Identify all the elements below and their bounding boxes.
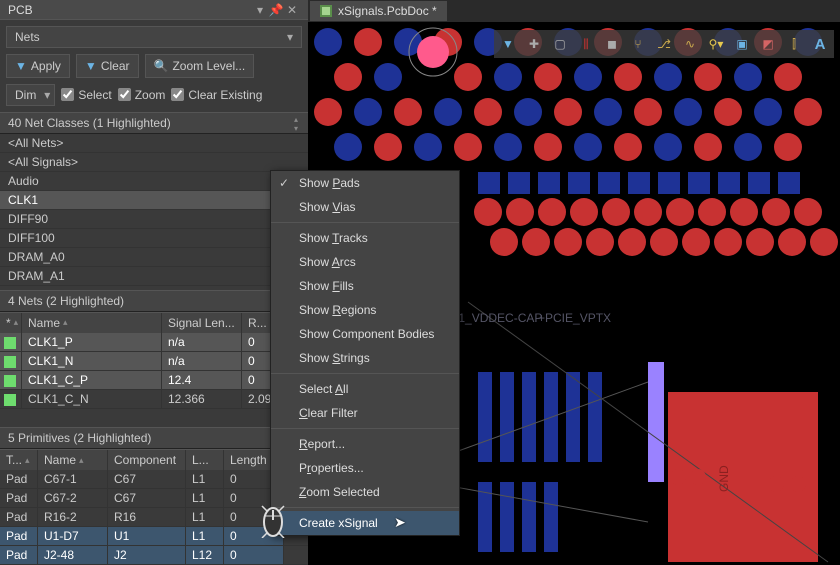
prims-column-header[interactable]: L...	[186, 450, 224, 470]
close-icon[interactable]: ✕	[284, 3, 300, 17]
context-menu-item[interactable]: Show Arcs	[271, 250, 459, 274]
route-icon[interactable]: ⎇	[654, 34, 674, 54]
bars-icon[interactable]: ⫼	[576, 34, 596, 54]
prims-column-header[interactable]: Name ▴	[38, 450, 108, 470]
netclass-item[interactable]: DRAM_A1	[0, 267, 308, 286]
nets-dropdown[interactable]: Nets	[6, 26, 302, 48]
netclass-list[interactable]: <All Nets><All Signals>AudioCLK1DIFF90DI…	[0, 134, 308, 286]
netclass-item[interactable]: DRAM_A0	[0, 248, 308, 267]
filter-icon[interactable]: ▼	[498, 34, 518, 54]
prims-table[interactable]: PadC67-1C67L10PadC67-2C67L10PadR16-2R16L…	[0, 470, 308, 565]
apply-button[interactable]: ▼Apply	[6, 54, 70, 78]
prims-column-header[interactable]: T... ▴	[0, 450, 38, 470]
prims-row[interactable]: PadC67-1C67L10	[0, 470, 308, 489]
prims-row[interactable]: PadU1-D7U1L10	[0, 527, 308, 546]
zoom-checkbox[interactable]: Zoom	[118, 88, 166, 102]
netclass-item[interactable]: CLK1	[0, 191, 308, 210]
nets-row[interactable]: CLK1_Pn/a0	[0, 333, 308, 352]
nets-column-header[interactable]: Name ▴	[22, 313, 162, 333]
diag-icon[interactable]: ◩	[758, 34, 778, 54]
dropdown-icon[interactable]: ▾	[252, 3, 268, 17]
pcb-doc-icon	[320, 5, 332, 17]
netclass-item[interactable]: Audio	[0, 172, 308, 191]
context-menu-item[interactable]: Show Regions	[271, 298, 459, 322]
context-menu-item[interactable]: Select All	[271, 377, 459, 401]
document-tab[interactable]: xSignals.PcbDoc *	[310, 1, 447, 21]
prims-column-header[interactable]: Component	[108, 450, 186, 470]
clear-existing-checkbox[interactable]: Clear Existing	[171, 88, 262, 102]
context-menu-item[interactable]: Zoom Selected	[271, 480, 459, 504]
branch-icon[interactable]: ⑂	[628, 34, 648, 54]
nets-column-header[interactable]: * ▴	[0, 313, 22, 333]
netclass-header: 40 Net Classes (1 Highlighted)▴▾	[0, 112, 308, 134]
nets-row[interactable]: CLK1_C_P12.40	[0, 371, 308, 390]
measure-icon[interactable]: ⫿	[784, 34, 804, 54]
select-checkbox[interactable]: Select	[61, 88, 111, 102]
context-menu-item[interactable]: Show Vias	[271, 195, 459, 219]
nets-table[interactable]: CLK1_Pn/a0CLK1_Nn/a0CLK1_C_P12.40CLK1_C_…	[0, 333, 308, 409]
netclass-item[interactable]: <All Signals>	[0, 153, 308, 172]
netclass-item[interactable]: DIFF100	[0, 229, 308, 248]
zoom-level-button[interactable]: 🔍Zoom Level...	[145, 54, 255, 78]
funnel-clear-icon: ▼	[85, 59, 97, 73]
canvas-label-b: +PCIE_VPTX	[538, 311, 611, 325]
nets-column-header[interactable]: Signal Len...	[162, 313, 242, 333]
context-menu-item[interactable]: Properties...	[271, 456, 459, 480]
funnel-icon: ▼	[15, 59, 27, 73]
context-menu-item[interactable]: Create xSignal	[271, 511, 459, 535]
clear-button[interactable]: ▼Clear	[76, 54, 139, 78]
netclass-item[interactable]: <All Nets>	[0, 134, 308, 153]
select-rect-icon[interactable]: ▢	[550, 34, 570, 54]
context-menu-item[interactable]: Clear Filter	[271, 401, 459, 425]
wave-icon[interactable]: ∿	[680, 34, 700, 54]
nets-row[interactable]: CLK1_C_N12.3662.09	[0, 390, 308, 409]
prims-row[interactable]: PadJ2-48J2L120	[0, 546, 308, 565]
context-menu-item[interactable]: Show Fills	[271, 274, 459, 298]
panel-title: PCB	[8, 3, 252, 17]
crosshair-icon[interactable]: ✚	[524, 34, 544, 54]
dim-dropdown[interactable]: Dim	[6, 84, 55, 106]
prims-row[interactable]: PadC67-2C67L10	[0, 489, 308, 508]
context-menu-item[interactable]: Show Strings	[271, 346, 459, 370]
text-icon[interactable]: A	[810, 34, 830, 54]
pin-icon[interactable]: 📌	[268, 3, 284, 17]
canvas-toolbar: ▼ ✚ ▢ ⫼ ◼ ⑂ ⎇ ∿ ⚲▾ ▣ ◩ ⫿ A	[494, 30, 834, 58]
chip-icon[interactable]: ◼	[602, 34, 622, 54]
tab-label: xSignals.PcbDoc *	[338, 4, 437, 18]
magnifier-icon: 🔍	[154, 59, 169, 73]
layers-icon[interactable]: ▣	[732, 34, 752, 54]
context-menu[interactable]: ✓Show PadsShow ViasShow TracksShow ArcsS…	[270, 170, 460, 536]
netclass-item[interactable]: DIFF90	[0, 210, 308, 229]
key-icon[interactable]: ⚲▾	[706, 34, 726, 54]
context-menu-item[interactable]: Show Component Bodies	[271, 322, 459, 346]
context-menu-item[interactable]: ✓Show Pads	[271, 171, 459, 195]
context-menu-item[interactable]: Show Tracks	[271, 226, 459, 250]
nets-row[interactable]: CLK1_Nn/a0	[0, 352, 308, 371]
context-menu-item[interactable]: Report...	[271, 432, 459, 456]
prims-header: 5 Primitives (2 Highlighted)▴▾	[0, 427, 308, 449]
nets-header: 4 Nets (2 Highlighted)▴▾	[0, 290, 308, 312]
canvas-label-gnd: GND	[717, 465, 731, 492]
prims-row[interactable]: PadR16-2R16L10	[0, 508, 308, 527]
